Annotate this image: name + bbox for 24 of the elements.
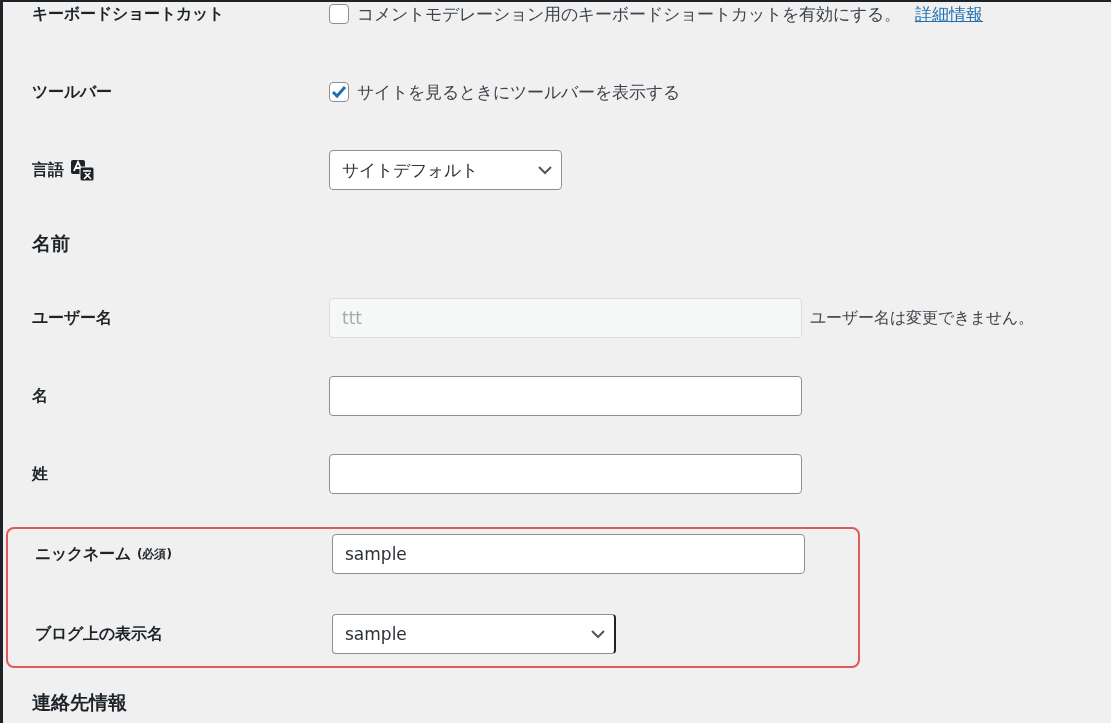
display-name-select[interactable]: sample xyxy=(332,614,616,654)
translate-icon xyxy=(70,158,96,182)
field-note: ユーザー名は変更できません。 xyxy=(810,307,1034,329)
field-label: ニックネーム xyxy=(35,543,131,565)
field-label: ユーザー名 xyxy=(32,307,112,329)
checkbox[interactable] xyxy=(329,82,349,102)
field-label: キーボードショートカット xyxy=(32,3,224,25)
details-link[interactable]: 詳細情報 xyxy=(915,2,983,26)
text-field[interactable]: sample xyxy=(332,534,805,574)
checkbox-label: サイトを見るときにツールバーを表示する xyxy=(357,80,680,104)
checkbox[interactable] xyxy=(329,4,349,24)
field-label: ツールバー xyxy=(32,81,112,103)
section-heading: 名前 xyxy=(32,231,70,256)
required-note: (必須) xyxy=(137,545,172,563)
text-field[interactable] xyxy=(329,376,802,416)
checkbox-label: コメントモデレーション用のキーボードショートカットを有効にする。 xyxy=(357,2,901,26)
field-label: ブログ上の表示名 xyxy=(35,623,163,645)
field-label: 名 xyxy=(32,385,48,407)
field-label: 言語 xyxy=(32,159,64,181)
language-select[interactable]: サイトデフォルト xyxy=(329,150,562,190)
checkmark-icon xyxy=(331,85,347,99)
field-label: 姓 xyxy=(32,463,48,485)
section-heading: 連絡先情報 xyxy=(32,690,127,715)
text-field[interactable] xyxy=(329,454,802,494)
